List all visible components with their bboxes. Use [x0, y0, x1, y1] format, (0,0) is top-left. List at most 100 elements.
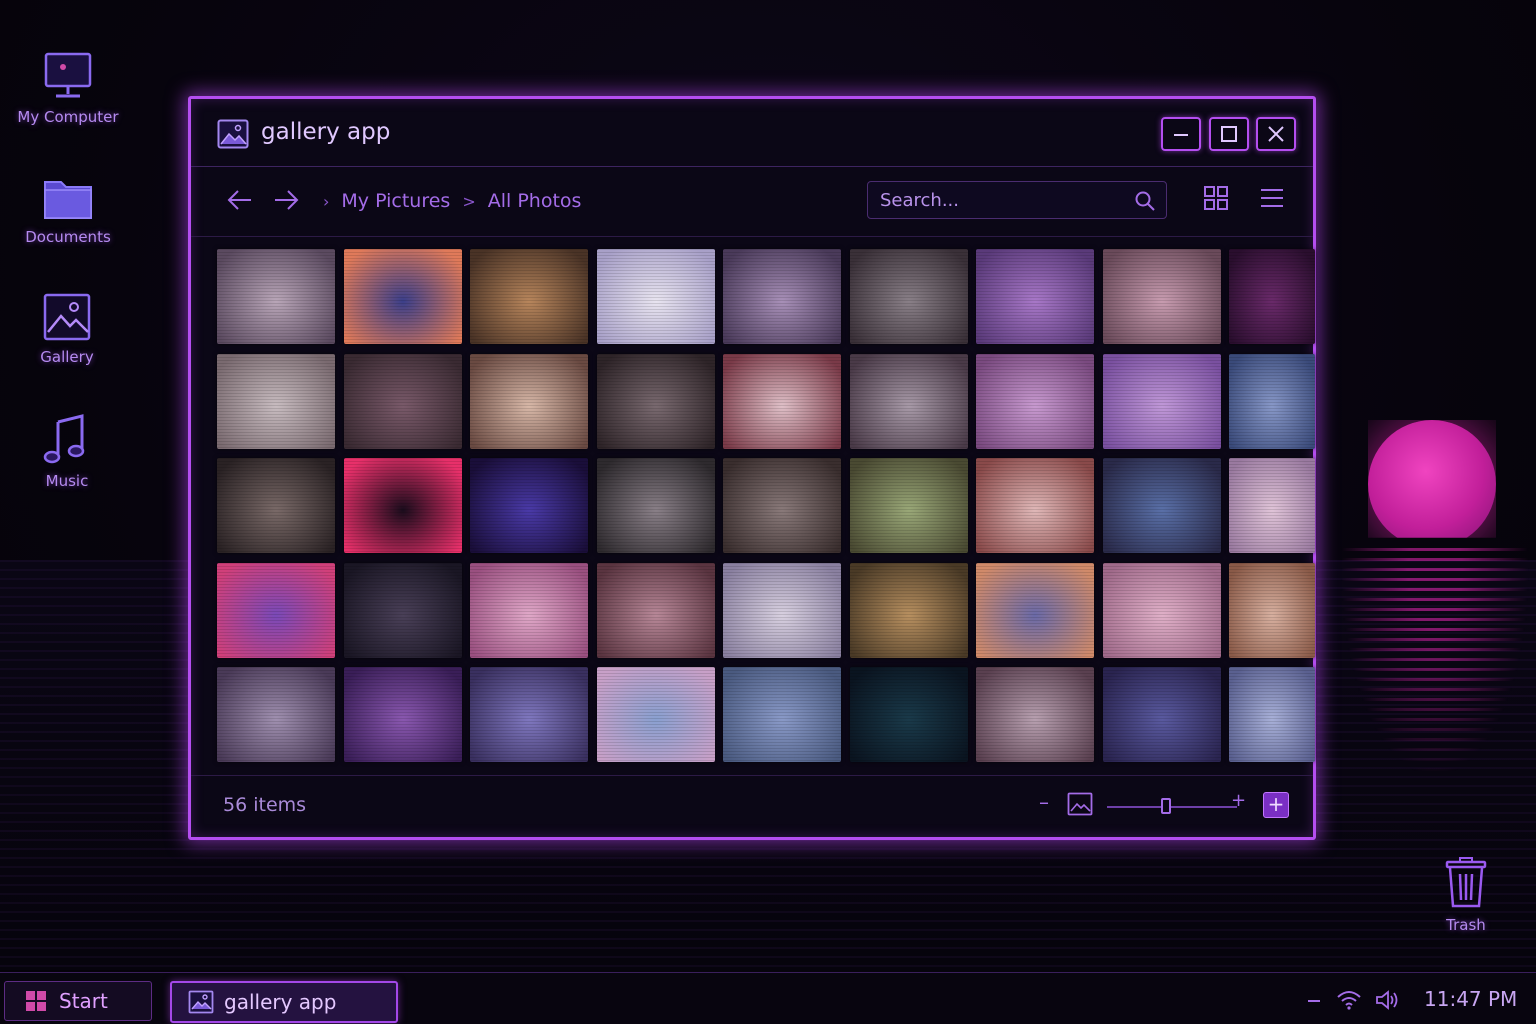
- photo-thumbnail-sunset-sea[interactable]: [217, 562, 335, 658]
- photo-thumbnail-cat[interactable]: [596, 353, 715, 449]
- status-bar: 56 items – + +: [191, 775, 1313, 837]
- list-view-icon[interactable]: [1259, 185, 1285, 211]
- photo-thumbnail-cat[interactable]: [217, 458, 335, 553]
- trash-icon: [1445, 857, 1487, 908]
- photo-thumbnail-anime-girl[interactable]: [217, 353, 335, 449]
- photo-thumbnail-anime-girl[interactable]: [1229, 667, 1315, 762]
- taskbar: Start gallery app 11:47 PM: [0, 972, 1536, 1024]
- photo-thumbnail-couple-beach[interactable]: [470, 667, 588, 762]
- photo-thumbnail-cake[interactable]: [1229, 562, 1315, 658]
- taskbar-gallery-app[interactable]: gallery app: [170, 981, 398, 1023]
- forward-arrow-icon[interactable]: [273, 189, 299, 211]
- photo-thumbnail-couple-beach[interactable]: [723, 249, 841, 344]
- moon: [1368, 420, 1496, 538]
- desktop-icon-gallery[interactable]: Gallery: [7, 292, 127, 366]
- folder-icon: [44, 181, 92, 219]
- maximize-button[interactable]: [1209, 117, 1249, 151]
- photo-thumbnail-cake[interactable]: [1102, 249, 1221, 344]
- photo-thumbnail-cat[interactable]: [217, 249, 335, 344]
- image-size-icon: [1067, 792, 1093, 816]
- photo-thumbnail-couple-beach[interactable]: [976, 667, 1094, 762]
- maximize-icon: [1221, 126, 1237, 142]
- photo-thumbnail-sunset-beach[interactable]: [976, 562, 1094, 658]
- windows-logo-icon: [26, 991, 46, 1011]
- photo-thumbnail-cake[interactable]: [343, 353, 462, 449]
- photo-thumbnail-anime-girl[interactable]: [1229, 353, 1315, 449]
- photo-thumbnail-sunset-beach[interactable]: [343, 249, 462, 344]
- desktop-icon-music[interactable]: Music: [7, 412, 127, 490]
- photo-thumbnail-cat[interactable]: [217, 667, 335, 762]
- zoom-slider-track[interactable]: [1107, 806, 1237, 808]
- item-count: 56 items: [223, 794, 307, 816]
- photo-thumbnail-cake[interactable]: [596, 562, 715, 658]
- close-button[interactable]: [1256, 117, 1296, 151]
- photo-thumbnail-cake[interactable]: [849, 353, 968, 449]
- gallery-window: gallery app › My Pictures > All Photos S…: [188, 96, 1316, 840]
- start-button[interactable]: Start: [4, 981, 152, 1021]
- photo-thumbnail-neon-city[interactable]: [470, 458, 588, 553]
- desktop-icon-my-computer[interactable]: My Computer: [8, 50, 128, 126]
- minimize-icon: [1174, 134, 1188, 136]
- photo-thumbnail-anime-girl[interactable]: [723, 667, 841, 762]
- image-icon: [188, 990, 214, 1014]
- photo-thumbnail-couple-beach[interactable]: [1102, 458, 1221, 553]
- computer-icon: [44, 52, 92, 98]
- photo-thumbnail-cake[interactable]: [723, 353, 841, 449]
- photo-thumbnail-cat[interactable]: [343, 667, 462, 762]
- moon-reflection: [1340, 548, 1530, 778]
- zoom-slider-thumb[interactable]: [1160, 798, 1171, 814]
- photo-thumbnail-cat[interactable]: [343, 562, 462, 658]
- desktop-icon-label: Trash: [1446, 916, 1486, 934]
- desktop-icon-label: Gallery: [40, 348, 94, 366]
- desktop-icon-label: Documents: [25, 228, 111, 246]
- photo-thumbnail-anime-sketch[interactable]: [596, 249, 715, 344]
- desktop-icon-documents[interactable]: Documents: [8, 174, 128, 246]
- zoom-out-button[interactable]: –: [1039, 790, 1049, 814]
- photo-thumbnail-anime-girl[interactable]: [1102, 562, 1221, 658]
- photo-thumbnail-cat[interactable]: [1229, 249, 1315, 344]
- photo-thumbnail-beach[interactable]: [596, 667, 715, 762]
- photo-thumbnail-cat[interactable]: [723, 458, 841, 553]
- breadcrumb-separator: ›: [323, 191, 330, 211]
- title-bar[interactable]: gallery app: [191, 99, 1313, 167]
- image-icon: [43, 293, 91, 341]
- breadcrumb: › My Pictures > All Photos: [323, 181, 773, 221]
- back-arrow-icon[interactable]: [227, 189, 253, 211]
- photo-thumbnail-cake[interactable]: [470, 562, 588, 658]
- search-input[interactable]: [868, 182, 1128, 218]
- breadcrumb-my-pictures[interactable]: My Pictures: [341, 190, 450, 212]
- photo-thumbnail-anime-sketch[interactable]: [1102, 353, 1221, 449]
- photo-thumbnail-ferris-wheel[interactable]: [1102, 667, 1221, 762]
- zoom-in-button[interactable]: +: [1231, 790, 1246, 811]
- breadcrumb-all-photos[interactable]: All Photos: [488, 190, 582, 212]
- photo-thumbnail-cat[interactable]: [596, 458, 715, 553]
- toolbar: › My Pictures > All Photos: [191, 167, 1313, 237]
- desktop-icon-label: My Computer: [17, 108, 119, 126]
- photo-thumbnail-cake[interactable]: [470, 353, 588, 449]
- photo-thumbnail-cake[interactable]: [849, 458, 968, 553]
- wifi-icon[interactable]: [1336, 989, 1362, 1011]
- taskbar-app-label: gallery app: [224, 990, 337, 1014]
- volume-icon[interactable]: [1374, 989, 1400, 1011]
- clock: 11:47 PM: [1424, 987, 1518, 1011]
- photo-thumbnail-neon-love[interactable]: [343, 458, 462, 553]
- music-note-icon: [43, 414, 85, 464]
- photo-thumbnail-forest-night[interactable]: [849, 667, 968, 762]
- photo-thumbnail-anime-girl[interactable]: [1229, 458, 1315, 553]
- desktop-icon-label: Music: [45, 472, 89, 490]
- photo-thumbnail-anime-sketch[interactable]: [723, 562, 841, 658]
- photo-thumbnail-cat[interactable]: [470, 249, 588, 344]
- tray-overflow-icon[interactable]: [1306, 991, 1322, 1007]
- photo-thumbnail-cake[interactable]: [976, 458, 1094, 553]
- minimize-button[interactable]: [1161, 117, 1201, 151]
- add-photo-button[interactable]: +: [1263, 792, 1289, 818]
- photo-thumbnail-anime-girl[interactable]: [976, 353, 1094, 449]
- grid-view-icon[interactable]: [1203, 185, 1229, 211]
- photo-thumbnail-cake[interactable]: [976, 249, 1094, 344]
- desktop-icon-trash[interactable]: Trash: [1406, 856, 1526, 934]
- search-icon[interactable]: [1134, 190, 1156, 212]
- image-icon: [217, 119, 249, 149]
- window-title: gallery app: [261, 119, 391, 145]
- photo-thumbnail-cat[interactable]: [849, 562, 968, 658]
- photo-thumbnail-cat[interactable]: [849, 249, 968, 344]
